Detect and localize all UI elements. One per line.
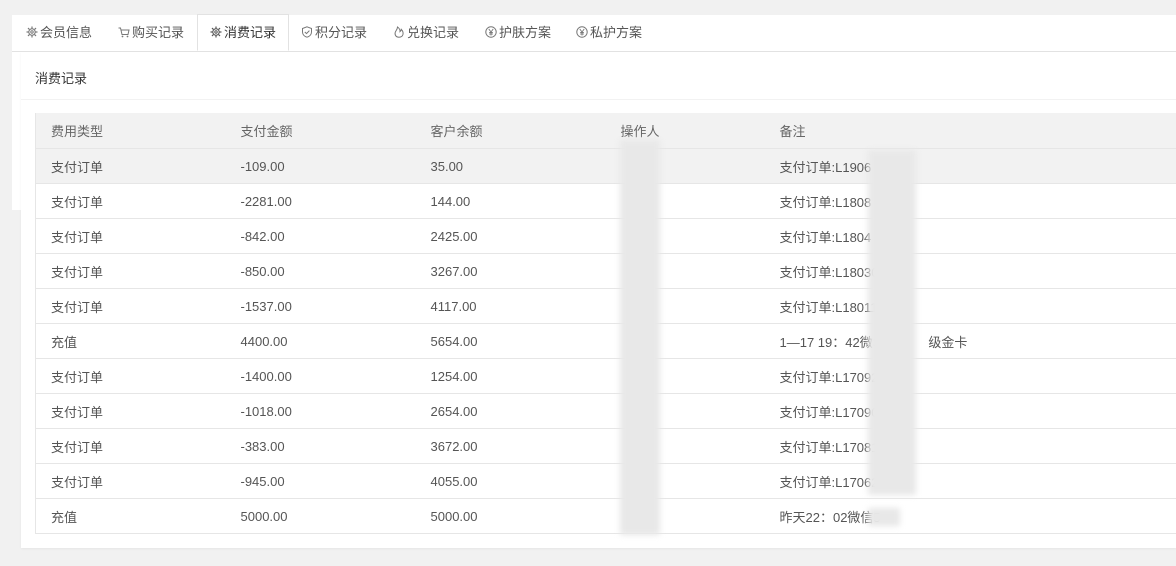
table-row[interactable]: 支付订单 -1400.00 1254.00 支付订单:L17092601 [35,358,1176,394]
cell-amount: -945.00 [225,463,416,499]
cell-note: 支付订单:L1906 [764,148,1176,184]
gear-icon [26,26,38,38]
cell-type: 支付订单 [35,463,226,499]
cell-amount: -2281.00 [225,183,416,219]
cell-type: 支付订单 [35,183,226,219]
shield-icon [301,26,313,38]
redaction-mask [620,140,660,535]
tab-skincare-plan[interactable]: 护肤方案 [485,15,551,51]
cell-type: 支付订单 [35,253,226,289]
cell-note: 支付订单:L1808 [764,183,1176,219]
cell-note: 支付订单:L17062 [764,463,1176,499]
cell-type: 支付订单 [35,428,226,464]
cell-type: 支付订单 [35,393,226,429]
table-row[interactable]: 充值 4400.00 5654.00 1—17 19：42微380 级金卡 [35,323,1176,359]
column-header-type: 费用类型 [35,113,226,149]
redaction-mask [868,150,916,495]
tab-private-care-plan[interactable]: 私护方案 [576,15,642,51]
cell-note: 支付订单:L18030 [764,253,1176,289]
cell-balance: 1254.00 [415,358,606,394]
tab-label: 私护方案 [590,25,643,40]
cell-balance: 4055.00 [415,463,606,499]
cell-note: 支付订单:L1801180 [764,288,1176,324]
cell-type: 充值 [35,323,226,359]
cell-amount: -383.00 [225,428,416,464]
table-row[interactable]: 支付订单 -109.00 35.00 支付订单:L1906 [35,148,1176,184]
cell-note: 昨天22：02微信5 [764,498,1176,534]
note-tail: 级金卡 [928,334,968,350]
cell-type: 充值 [35,498,226,534]
tab-label: 兑换记录 [407,25,460,40]
column-header-note: 备注 [764,113,1176,149]
column-header-balance: 客户余额 [415,113,606,149]
table-row[interactable]: 支付订单 -945.00 4055.00 支付订单:L17062 [35,463,1176,499]
gear-icon [210,26,222,38]
cell-type: 支付订单 [35,358,226,394]
table-header-row: 费用类型 支付金额 客户余额 操作人 备注 [35,113,1176,149]
cell-amount: 5000.00 [225,498,416,534]
cell-type: 支付订单 [35,148,226,184]
cell-balance: 35.00 [415,148,606,184]
cell-type: 支付订单 [35,288,226,324]
cell-amount: -109.00 [225,148,416,184]
tab-label: 积分记录 [315,25,368,40]
yen-icon [576,26,588,38]
tab-purchase-records[interactable]: 购买记录 [118,15,184,51]
cell-amount: -1400.00 [225,358,416,394]
column-header-amount: 支付金额 [225,113,416,149]
cell-note: 支付订单:L1709020 [764,393,1176,429]
redaction-mask [868,508,900,526]
cell-balance: 2425.00 [415,218,606,254]
table-row[interactable]: 支付订单 -383.00 3672.00 支付订单:L170812 [35,428,1176,464]
table-row[interactable]: 支付订单 -1018.00 2654.00 支付订单:L1709020 [35,393,1176,429]
tab-label: 护肤方案 [499,25,552,40]
cell-balance: 4117.00 [415,288,606,324]
tab-points-records[interactable]: 积分记录 [301,15,367,51]
cell-amount: -842.00 [225,218,416,254]
cell-amount: -1537.00 [225,288,416,324]
panel-edge [12,52,21,210]
cart-icon [118,26,130,38]
cell-amount: 4400.00 [225,323,416,359]
cell-amount: -1018.00 [225,393,416,429]
table-row[interactable]: 支付订单 -850.00 3267.00 支付订单:L18030 [35,253,1176,289]
cell-note: 支付订单:L170812 [764,428,1176,464]
tab-label: 购买记录 [132,25,185,40]
cell-type: 支付订单 [35,218,226,254]
panel-title: 消费记录 [35,71,88,86]
consumption-table: 费用类型 支付金额 客户余额 操作人 备注 支付订单 -109.00 35.00… [35,113,1176,534]
cell-balance: 5000.00 [415,498,606,534]
table-row[interactable]: 充值 5000.00 5000.00 昨天22：02微信5 [35,498,1176,534]
cell-balance: 144.00 [415,183,606,219]
cell-note: 支付订单:L17092601 [764,358,1176,394]
divider [21,99,1176,100]
cell-balance: 3672.00 [415,428,606,464]
cell-note: 支付订单:L1804 [764,218,1176,254]
table-row[interactable]: 支付订单 -2281.00 144.00 支付订单:L1808 [35,183,1176,219]
yen-icon [485,26,497,38]
tab-label: 消费记录 [224,25,277,40]
tab-exchange-records[interactable]: 兑换记录 [393,15,459,51]
cell-amount: -850.00 [225,253,416,289]
flame-icon [393,26,405,38]
table-row[interactable]: 支付订单 -842.00 2425.00 支付订单:L1804 [35,218,1176,254]
cell-balance: 5654.00 [415,323,606,359]
table-row[interactable]: 支付订单 -1537.00 4117.00 支付订单:L1801180 [35,288,1176,324]
tab-bar: 会员信息 购买记录 消费记录 积分记录 兑换记录 护肤方案 私护方案 [12,14,1176,52]
cell-balance: 2654.00 [415,393,606,429]
tab-member-info[interactable]: 会员信息 [26,15,92,51]
tab-consumption-records[interactable]: 消费记录 [197,14,290,51]
cell-balance: 3267.00 [415,253,606,289]
tab-label: 会员信息 [40,25,93,40]
cell-note: 1—17 19：42微380 级金卡 [764,323,1176,359]
